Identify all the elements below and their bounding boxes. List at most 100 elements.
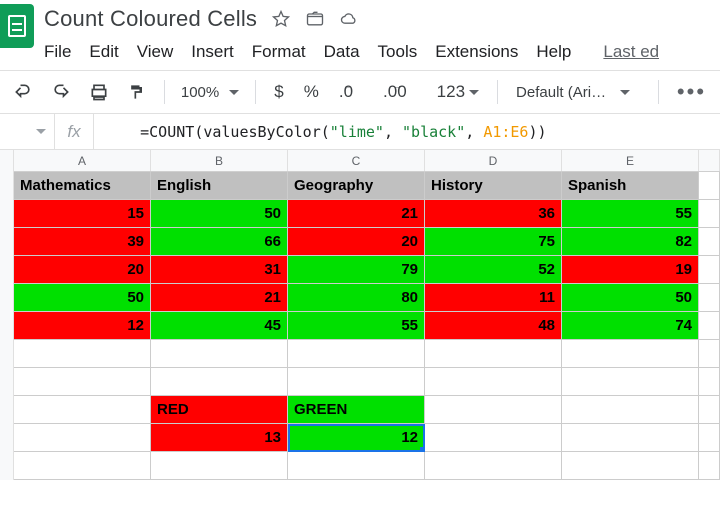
cell[interactable] — [699, 228, 720, 256]
cell[interactable]: Mathematics — [14, 172, 151, 200]
cell[interactable] — [14, 368, 151, 396]
col-header-D[interactable]: D — [425, 150, 562, 171]
table-row: 13 12 — [14, 424, 720, 452]
cloud-status-icon[interactable] — [339, 9, 359, 29]
cell[interactable]: 75 — [425, 228, 562, 256]
cell[interactable] — [699, 284, 720, 312]
cell[interactable] — [699, 172, 720, 200]
cell[interactable]: 19 — [562, 256, 699, 284]
cell[interactable] — [425, 452, 562, 480]
cell[interactable] — [288, 340, 425, 368]
cell[interactable]: 80 — [288, 284, 425, 312]
undo-button[interactable] — [6, 75, 40, 109]
document-title[interactable]: Count Coloured Cells — [44, 6, 257, 32]
cell[interactable]: 11 — [425, 284, 562, 312]
menu-edit[interactable]: Edit — [89, 42, 118, 62]
cell[interactable]: 20 — [14, 256, 151, 284]
cell[interactable]: 39 — [14, 228, 151, 256]
cell[interactable]: 50 — [14, 284, 151, 312]
menu-file[interactable]: File — [44, 42, 71, 62]
redo-button[interactable] — [44, 75, 78, 109]
cell[interactable]: 79 — [288, 256, 425, 284]
cell[interactable] — [14, 424, 151, 452]
cell[interactable] — [288, 368, 425, 396]
cell[interactable]: 55 — [562, 200, 699, 228]
cell[interactable] — [425, 340, 562, 368]
cell[interactable]: 74 — [562, 312, 699, 340]
cell[interactable]: 50 — [151, 200, 288, 228]
cell[interactable]: 15 — [14, 200, 151, 228]
cell[interactable]: 36 — [425, 200, 562, 228]
cell-green-count[interactable]: 12 — [288, 424, 425, 452]
cell[interactable] — [151, 340, 288, 368]
cell[interactable] — [14, 452, 151, 480]
title-bar: Count Coloured Cells File Edit View Inse… — [0, 0, 720, 70]
menu-view[interactable]: View — [137, 42, 174, 62]
cell[interactable]: English — [151, 172, 288, 200]
cell-green-label[interactable]: GREEN — [288, 396, 425, 424]
toolbar-more-button[interactable]: ••• — [669, 79, 714, 105]
cell[interactable]: 12 — [14, 312, 151, 340]
last-edit-link[interactable]: Last ed — [603, 42, 659, 62]
cell[interactable]: 55 — [288, 312, 425, 340]
move-to-drive-icon[interactable] — [305, 9, 325, 29]
cell[interactable]: Geography — [288, 172, 425, 200]
cell[interactable]: 66 — [151, 228, 288, 256]
cell[interactable] — [14, 340, 151, 368]
cell[interactable] — [151, 452, 288, 480]
cell[interactable]: 31 — [151, 256, 288, 284]
menu-insert[interactable]: Insert — [191, 42, 234, 62]
cell[interactable] — [562, 396, 699, 424]
menu-format[interactable]: Format — [252, 42, 306, 62]
cell[interactable]: 21 — [151, 284, 288, 312]
cell[interactable] — [288, 452, 425, 480]
cell[interactable] — [425, 368, 562, 396]
table-row: 50 21 80 11 50 — [14, 284, 720, 312]
cell[interactable]: 20 — [288, 228, 425, 256]
col-header-C[interactable]: C — [288, 150, 425, 171]
cell[interactable] — [699, 200, 720, 228]
cell[interactable] — [562, 424, 699, 452]
cell-red-count[interactable]: 13 — [151, 424, 288, 452]
grid[interactable]: A B C D E Mathematics English Geography … — [14, 150, 720, 480]
menu-extensions[interactable]: Extensions — [435, 42, 518, 62]
font-family-select[interactable]: Default (Ari… — [508, 84, 648, 101]
cell[interactable] — [425, 424, 562, 452]
col-header-B[interactable]: B — [151, 150, 288, 171]
selection-handle-icon[interactable] — [420, 447, 425, 452]
menu-help[interactable]: Help — [536, 42, 571, 62]
cell[interactable]: 21 — [288, 200, 425, 228]
col-header-blank[interactable] — [699, 150, 720, 171]
cell[interactable] — [699, 256, 720, 284]
cell[interactable] — [562, 368, 699, 396]
name-box[interactable] — [0, 129, 54, 134]
cell[interactable]: 82 — [562, 228, 699, 256]
cell[interactable]: 52 — [425, 256, 562, 284]
zoom-select[interactable]: 100% — [175, 84, 245, 101]
cell[interactable]: 50 — [562, 284, 699, 312]
star-icon[interactable] — [271, 9, 291, 29]
cell[interactable] — [699, 368, 720, 396]
cell[interactable] — [699, 452, 720, 480]
menu-data[interactable]: Data — [324, 42, 360, 62]
column-headers[interactable]: A B C D E — [14, 150, 720, 172]
cell[interactable]: 45 — [151, 312, 288, 340]
cell[interactable]: Spanish — [562, 172, 699, 200]
cell[interactable] — [151, 368, 288, 396]
cell-red-label[interactable]: RED — [151, 396, 288, 424]
cell[interactable] — [699, 340, 720, 368]
menu-tools[interactable]: Tools — [378, 42, 418, 62]
cell[interactable]: 48 — [425, 312, 562, 340]
cell[interactable]: History — [425, 172, 562, 200]
cell[interactable] — [699, 312, 720, 340]
cell[interactable] — [699, 424, 720, 452]
cell[interactable] — [699, 396, 720, 424]
cell[interactable] — [14, 396, 151, 424]
col-header-E[interactable]: E — [562, 150, 699, 171]
cell[interactable] — [562, 452, 699, 480]
cell[interactable] — [425, 396, 562, 424]
cell[interactable] — [562, 340, 699, 368]
col-header-A[interactable]: A — [14, 150, 151, 171]
sheets-logo-icon[interactable] — [0, 4, 34, 48]
row-header-gutter[interactable] — [0, 150, 14, 480]
